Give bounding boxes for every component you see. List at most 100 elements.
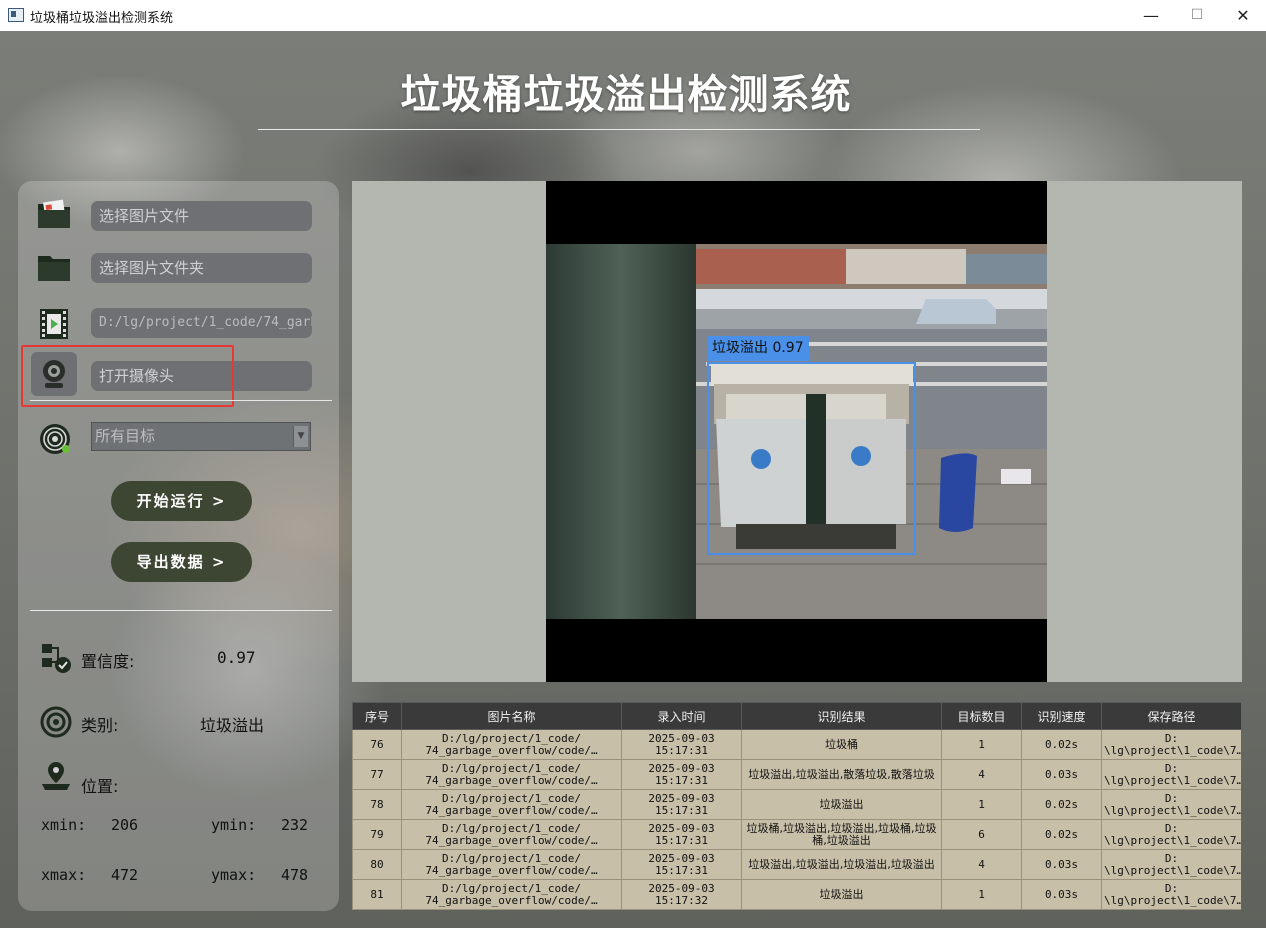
cell-clock: 15:17:31 <box>655 773 708 787</box>
close-button[interactable]: ✕ <box>1220 0 1266 31</box>
cell-id: 76 <box>352 729 402 760</box>
cell-speed: 0.02s <box>1021 789 1102 820</box>
folder-icon[interactable] <box>36 251 72 285</box>
position-label: 位置: <box>81 777 119 796</box>
cell-time: 2025-09-03 15:17:31 <box>621 789 742 820</box>
cell-count: 1 <box>941 789 1022 820</box>
table-row[interactable]: 80 D:/lg/project/1_code/74_garbage_overf… <box>352 849 1241 880</box>
table-row[interactable]: 79 D:/lg/project/1_code/74_garbage_overf… <box>352 819 1241 850</box>
cell-path: D: \lg\project\1_code\7… <box>1101 759 1241 790</box>
cell-time: 2025-09-03 15:17:31 <box>621 849 742 880</box>
col-header-image-name[interactable]: 图片名称 <box>401 702 622 730</box>
xmin-label: xmin: <box>41 816 87 834</box>
cell-id: 79 <box>352 819 402 850</box>
cell-path-line2: \lg\project\1_code\7… <box>1104 893 1241 907</box>
page-title: 垃圾桶垃圾溢出检测系统 <box>400 72 852 118</box>
cell-result: 垃圾溢出,垃圾溢出,垃圾溢出,垃圾溢出 <box>741 849 942 880</box>
cell-speed: 0.02s <box>1021 729 1102 760</box>
export-button[interactable]: 导出数据 > <box>111 542 252 582</box>
xmax-value: 472 <box>111 866 139 884</box>
table-row[interactable]: 76 D:/lg/project/1_code/74_garbage_overf… <box>352 729 1241 760</box>
chevron-down-icon[interactable]: ▼ <box>293 426 308 447</box>
window-title: 垃圾桶垃圾溢出检测系统 <box>30 11 174 26</box>
results-table: 序号 图片名称 录入时间 识别结果 目标数目 识别速度 保存路径 76 D:/l… <box>352 702 1241 910</box>
cell-time: 2025-09-03 15:17:31 <box>621 819 742 850</box>
table-row[interactable]: 77 D:/lg/project/1_code/74_garbage_overf… <box>352 759 1241 790</box>
confidence-value: 0.97 <box>217 648 256 667</box>
table-row[interactable]: 78 D:/lg/project/1_code/74_garbage_overf… <box>352 789 1241 820</box>
cell-count: 1 <box>941 879 1022 910</box>
cell-image-name-line2: 74_garbage_overflow/code/… <box>425 833 598 847</box>
video-path-input[interactable]: D:/lg/project/1_code/74_garbage_overflow <box>91 308 312 338</box>
video-icon[interactable] <box>36 307 72 341</box>
start-button[interactable]: 开始运行 > <box>111 481 252 521</box>
class-value: 垃圾溢出 <box>200 716 265 735</box>
cell-image-name-line2: 74_garbage_overflow/code/… <box>425 773 598 787</box>
cell-id: 81 <box>352 879 402 910</box>
title-divider <box>258 129 980 130</box>
cell-speed: 0.03s <box>1021 849 1102 880</box>
cell-count: 4 <box>941 849 1022 880</box>
divider <box>30 610 332 611</box>
target-select[interactable]: 所有目标 ▼ <box>91 422 311 451</box>
confidence-label: 置信度: <box>81 652 135 671</box>
cell-path-line2: \lg\project\1_code\7… <box>1104 743 1241 757</box>
cell-count: 4 <box>941 759 1022 790</box>
cell-time: 2025-09-03 15:17:31 <box>621 759 742 790</box>
class-label: 类别: <box>81 716 119 735</box>
cell-result: 垃圾溢出 <box>741 789 942 820</box>
cell-path-line2: \lg\project\1_code\7… <box>1104 863 1241 877</box>
detection-label: 垃圾溢出 0.97 <box>707 336 809 361</box>
col-header-result[interactable]: 识别结果 <box>741 702 942 730</box>
cell-speed: 0.03s <box>1021 879 1102 910</box>
cell-image-name-line2: 74_garbage_overflow/code/… <box>425 893 598 907</box>
cell-path-line2: \lg\project\1_code\7… <box>1104 803 1241 817</box>
cell-path: D: \lg\project\1_code\7… <box>1101 849 1241 880</box>
cell-image-name: D:/lg/project/1_code/74_garbage_overflow… <box>401 759 622 790</box>
cell-result: 垃圾溢出 <box>741 879 942 910</box>
cell-speed: 0.03s <box>1021 759 1102 790</box>
title-bar: 垃圾桶垃圾溢出检测系统 — ☐ ✕ <box>0 0 1266 32</box>
cell-path: D: \lg\project\1_code\7… <box>1101 729 1241 760</box>
cell-path: D: \lg\project\1_code\7… <box>1101 819 1241 850</box>
col-header-path[interactable]: 保存路径 <box>1101 702 1241 730</box>
image-folder-input[interactable]: 选择图片文件夹 <box>91 253 312 283</box>
cell-path: D: \lg\project\1_code\7… <box>1101 789 1241 820</box>
cell-path-line2: \lg\project\1_code\7… <box>1104 773 1241 787</box>
cell-id: 78 <box>352 789 402 820</box>
cell-path: D: \lg\project\1_code\7… <box>1101 879 1241 910</box>
col-header-id[interactable]: 序号 <box>352 702 402 730</box>
minimize-button[interactable]: — <box>1128 0 1174 31</box>
location-icon <box>42 762 70 790</box>
cell-image-name-line2: 74_garbage_overflow/code/… <box>425 803 598 817</box>
cell-result: 垃圾桶,垃圾溢出,垃圾溢出,垃圾桶,垃圾桶,垃圾溢出 <box>741 819 942 850</box>
target-icon <box>40 424 70 454</box>
cell-image-name: D:/lg/project/1_code/74_garbage_overflow… <box>401 879 622 910</box>
cell-image-name: D:/lg/project/1_code/74_garbage_overflow… <box>401 819 622 850</box>
cell-speed: 0.02s <box>1021 819 1102 850</box>
image-file-icon[interactable] <box>36 198 72 232</box>
cell-image-name: D:/lg/project/1_code/74_garbage_overflow… <box>401 729 622 760</box>
class-icon <box>40 706 72 738</box>
col-header-count[interactable]: 目标数目 <box>941 702 1022 730</box>
maximize-button[interactable]: ☐ <box>1174 0 1220 31</box>
col-header-speed[interactable]: 识别速度 <box>1021 702 1102 730</box>
divider <box>30 400 332 401</box>
cell-clock: 15:17:31 <box>655 833 708 847</box>
cell-result: 垃圾溢出,垃圾溢出,散落垃圾,散落垃圾 <box>741 759 942 790</box>
app-icon <box>8 8 24 22</box>
table-header-row: 序号 图片名称 录入时间 识别结果 目标数目 识别速度 保存路径 <box>352 702 1241 730</box>
cell-image-name-line2: 74_garbage_overflow/code/… <box>425 743 598 757</box>
ymax-label: ymax: <box>211 866 257 884</box>
table-row[interactable]: 81 D:/lg/project/1_code/74_garbage_overf… <box>352 879 1241 910</box>
cell-image-name: D:/lg/project/1_code/74_garbage_overflow… <box>401 849 622 880</box>
cell-clock: 15:17:32 <box>655 893 708 907</box>
ymax-value: 478 <box>281 866 309 884</box>
target-select-value: 所有目标 <box>95 427 156 445</box>
cell-clock: 15:17:31 <box>655 803 708 817</box>
cell-image-name: D:/lg/project/1_code/74_garbage_overflow… <box>401 789 622 820</box>
cell-count: 1 <box>941 729 1022 760</box>
col-header-time[interactable]: 录入时间 <box>621 702 742 730</box>
cell-result: 垃圾桶 <box>741 729 942 760</box>
image-file-input[interactable]: 选择图片文件 <box>91 201 312 231</box>
